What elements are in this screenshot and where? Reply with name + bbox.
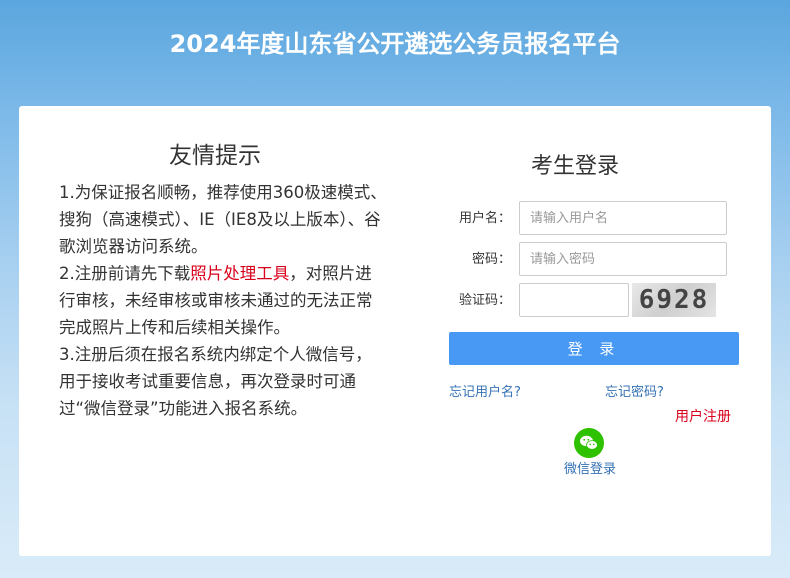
username-label: 用户名： xyxy=(458,211,511,226)
username-row: 用户名： xyxy=(449,201,739,237)
page-title: 2024年度山东省公开遴选公务员报名平台 xyxy=(169,30,621,58)
password-label: 密码： xyxy=(471,252,511,267)
notice-item-1: 1.为保证报名顺畅，推荐使用360极速模式、搜狗（高速模式）、IE（IE8及以上… xyxy=(59,183,387,256)
login-title: 考生登录 xyxy=(531,154,620,179)
captcha-image[interactable]: 6928 xyxy=(632,283,716,317)
register-link[interactable]: 用户注册 xyxy=(675,406,731,426)
wechat-login-link[interactable]: 微信登录 xyxy=(559,458,621,477)
password-input[interactable] xyxy=(519,242,727,276)
wechat-icon[interactable] xyxy=(574,428,604,458)
username-input[interactable] xyxy=(519,201,727,235)
notice-item-2-prefix: 2.注册前请先下载 xyxy=(59,264,191,283)
forgot-username-link[interactable]: 忘记用户名? xyxy=(449,381,521,400)
notice-item-3: 3.注册后须在报名系统内绑定个人微信号，用于接收考试重要信息，再次登录时可通过“… xyxy=(59,345,372,418)
notice-body: 1.为保证报名顺畅，推荐使用360极速模式、搜狗（高速模式）、IE（IE8及以上… xyxy=(59,179,387,422)
main-panel: 友情提示 1.为保证报名顺畅，推荐使用360极速模式、搜狗（高速模式）、IE（I… xyxy=(19,106,771,556)
login-button[interactable]: 登 录 xyxy=(449,332,739,365)
notice-item-2: 2.注册前请先下载照片处理工具，对照片进行审核，未经审核或审核未通过的无法正常完… xyxy=(59,260,387,341)
password-row: 密码： xyxy=(449,242,739,278)
notice-title: 友情提示 xyxy=(169,143,261,169)
photo-tool-download-link[interactable]: 照片处理工具 xyxy=(190,264,289,283)
captcha-label: 验证码： xyxy=(458,293,511,308)
captcha-input[interactable] xyxy=(519,283,629,317)
captcha-row: 验证码： 6928 xyxy=(449,283,739,319)
forgot-password-link[interactable]: 忘记密码? xyxy=(605,381,664,400)
